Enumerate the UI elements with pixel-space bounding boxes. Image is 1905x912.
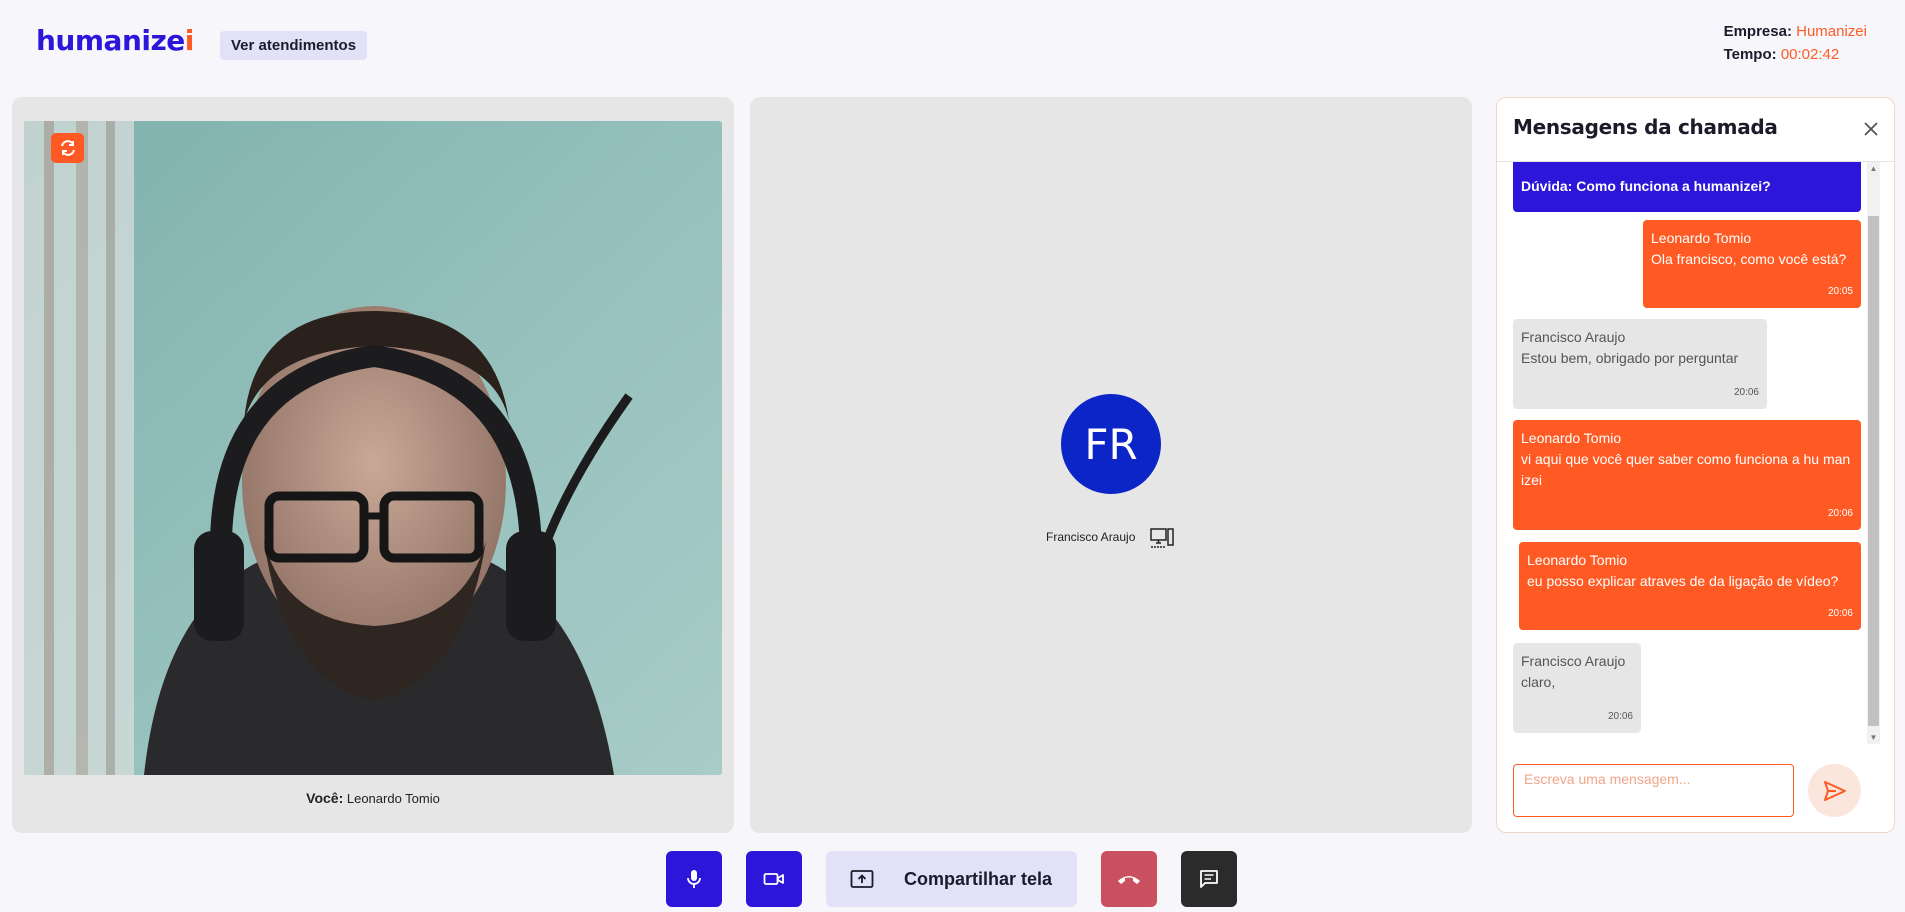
tempo-row: Tempo: 00:02:42 (1724, 43, 1867, 66)
chat-message-outgoing: Leonardo Tomio eu posso explicar atraves… (1519, 542, 1861, 630)
chat-message-incoming: Francisco Araujo claro, 20:06 (1513, 643, 1641, 733)
send-icon (1823, 780, 1846, 801)
chat-message-question: Dúvida: Como funciona a humanizei? (1513, 162, 1861, 212)
logo-text: humanize (36, 24, 185, 57)
send-button[interactable] (1808, 764, 1861, 817)
logo: humanizei (36, 24, 194, 57)
scroll-down-arrow-icon[interactable]: ▼ (1867, 731, 1880, 744)
local-video-panel: Você: Leonardo Tomio (12, 97, 734, 833)
hang-up-button[interactable] (1101, 851, 1157, 907)
message-time: 20:06 (1607, 711, 1633, 722)
local-user-name: Leonardo Tomio (346, 791, 440, 806)
message-list: Dúvida: Como funciona a humanizei? Leona… (1497, 162, 1881, 744)
top-bar: humanizei Ver atendimentos Empresa: Huma… (0, 0, 1905, 95)
remote-avatar: FR (1061, 394, 1161, 494)
local-user-label: Você: Leonardo Tomio (12, 790, 734, 806)
switch-camera-button[interactable] (51, 133, 84, 163)
message-text: Dúvida: Como funciona a humanizei? (1521, 178, 1771, 194)
message-text: eu posso explicar atraves de da ligação … (1527, 573, 1839, 589)
screen-share-icon (850, 870, 874, 888)
remote-video-panel: FR Francisco Araujo (750, 97, 1472, 833)
message-author: Leonardo Tomio (1521, 430, 1622, 446)
empresa-row: Empresa: Humanizei (1724, 20, 1867, 43)
desktop-device-icon (1150, 528, 1174, 548)
message-time: 20:06 (1827, 608, 1853, 619)
share-screen-label: Compartilhar tela (904, 868, 1053, 889)
call-controls: Compartilhar tela (0, 851, 1905, 907)
share-screen-button[interactable]: Compartilhar tela (826, 851, 1077, 907)
message-author: Leonardo Tomio (1651, 230, 1752, 246)
chat-message-outgoing: Leonardo Tomio Ola francisco, como você … (1643, 220, 1861, 308)
message-text: Ola francisco, como você está? (1651, 251, 1847, 267)
chat-message-incoming: Francisco Araujo Estou bem, obrigado por… (1513, 319, 1767, 409)
empresa-label: Empresa: (1723, 23, 1792, 40)
webcam-image (24, 121, 722, 775)
message-time: 20:05 (1827, 286, 1853, 297)
tempo-value: 00:02:42 (1780, 46, 1840, 63)
message-author: Leonardo Tomio (1527, 552, 1628, 568)
local-video-feed (24, 121, 722, 775)
message-text: Estou bem, obrigado por perguntar (1521, 350, 1739, 366)
toggle-chat-button[interactable] (1181, 851, 1237, 907)
empresa-value: Humanizei (1796, 23, 1867, 40)
scroll-thumb[interactable] (1868, 216, 1879, 726)
tempo-label: Tempo: (1723, 46, 1777, 63)
scroll-up-arrow-icon[interactable]: ▲ (1867, 162, 1880, 175)
chat-message-outgoing: Leonardo Tomio vi aqui que você quer sab… (1513, 420, 1861, 530)
message-text: vi aqui que você quer saber como funcion… (1521, 451, 1851, 488)
chat-panel: Mensagens da chamada Dúvida: Como funcio… (1496, 97, 1895, 833)
logo-accent: i (184, 24, 195, 57)
message-time: 20:06 (1827, 508, 1853, 519)
mic-icon (687, 870, 701, 888)
hang-up-icon (1118, 876, 1140, 884)
chat-title: Mensagens da chamada (1513, 115, 1778, 139)
call-meta: Empresa: Humanizei Tempo: 00:02:42 (1724, 20, 1867, 66)
ver-atendimentos-button[interactable]: Ver atendimentos (220, 31, 368, 60)
video-camera-icon (763, 873, 784, 885)
chat-scrollbar[interactable]: ▲ ▼ (1867, 162, 1880, 744)
message-author: Francisco Araujo (1521, 653, 1626, 669)
remote-user-name: Francisco Araujo (1046, 530, 1136, 544)
message-text: claro, (1521, 674, 1556, 690)
message-time: 20:06 (1733, 387, 1759, 398)
switch-camera-icon (60, 140, 75, 156)
camera-button[interactable] (746, 851, 802, 907)
message-input[interactable] (1513, 764, 1794, 817)
message-author: Francisco Araujo (1521, 329, 1626, 345)
chat-icon (1200, 870, 1218, 888)
close-icon[interactable] (1860, 118, 1882, 140)
mic-button[interactable] (666, 851, 722, 907)
you-prefix: Você: (306, 790, 344, 806)
